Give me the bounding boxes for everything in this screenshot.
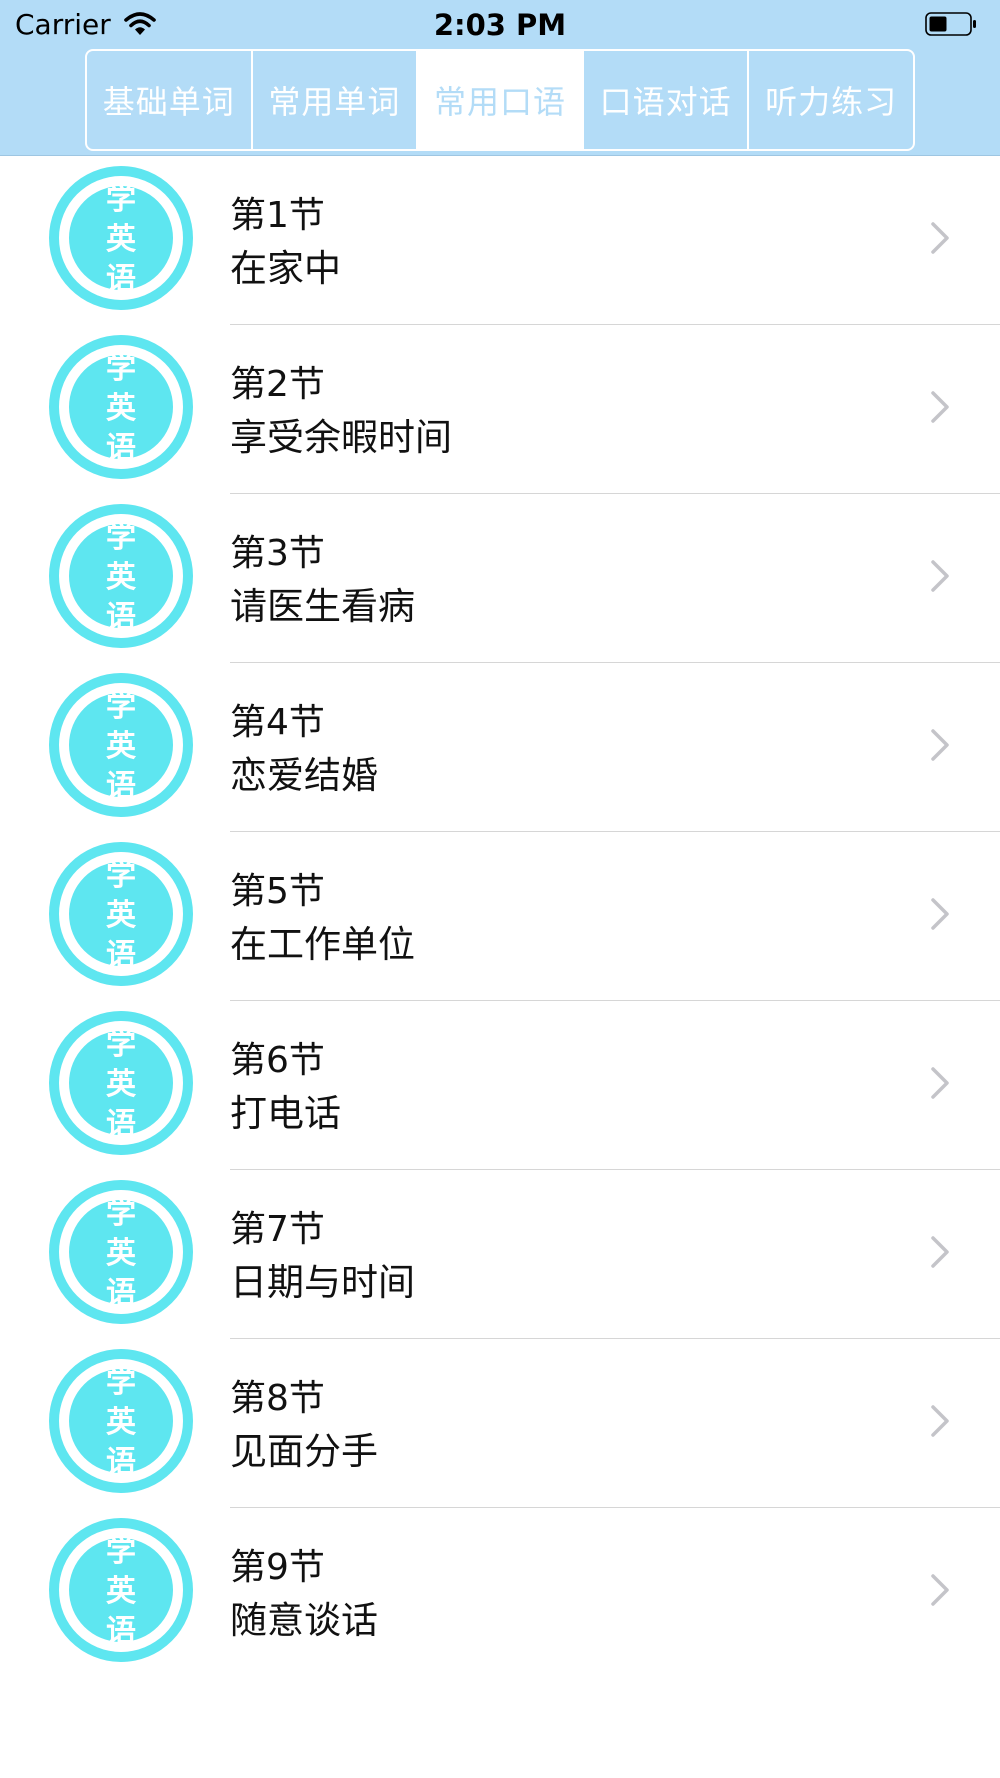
lesson-row[interactable]: 学英语第3节 请医生看病 <box>0 494 1000 663</box>
lesson-number: 第6节 <box>230 1040 325 1081</box>
tab-4[interactable]: 口语对话 <box>584 51 750 149</box>
tab-5[interactable]: 听力练习 <box>749 51 913 149</box>
badge-char: 语 <box>106 431 136 466</box>
lesson-number: 第2节 <box>230 364 325 405</box>
badge-char: 英 <box>106 898 137 933</box>
segmented-control: 基础单词 常用单词 常用口语 口语对话 听力练习 <box>85 49 915 151</box>
lesson-title: 在家中 <box>230 247 341 290</box>
lesson-number: 第3节 <box>230 533 325 574</box>
badge-char: 英 <box>106 1405 137 1440</box>
badge-char: 语 <box>106 1276 136 1311</box>
lesson-badge-icon: 学英语 <box>49 1349 193 1493</box>
battery-icon <box>925 12 976 36</box>
lesson-row[interactable]: 学英语第2节 享受余暇时间 <box>0 325 1000 494</box>
lesson-row[interactable]: 学英语第6节 打电话 <box>0 1001 1000 1170</box>
badge-char: 语 <box>106 262 136 297</box>
lesson-title: 日期与时间 <box>230 1261 415 1304</box>
lesson-number: 第7节 <box>230 1209 325 1250</box>
chevron-right-icon <box>931 1574 949 1606</box>
lesson-title: 恋爱结婚 <box>230 754 378 797</box>
tab-1[interactable]: 基础单词 <box>87 51 253 149</box>
lesson-row[interactable]: 学英语第7节 日期与时间 <box>0 1170 1000 1339</box>
badge-char: 学 <box>106 1365 136 1400</box>
badge-char: 英 <box>106 1067 137 1102</box>
chevron-right-icon <box>931 560 949 592</box>
lesson-row[interactable]: 学英语第4节 恋爱结婚 <box>0 663 1000 832</box>
lesson-number: 第5节 <box>230 871 325 912</box>
badge-char: 语 <box>106 769 136 804</box>
header: Carrier 2:03 PM 基础单词 常用单词 常用口语 口语对话 听力练习 <box>0 0 1000 156</box>
lesson-row[interactable]: 学英语第9节 随意谈话 <box>0 1508 1000 1677</box>
lesson-title: 打电话 <box>230 1092 341 1135</box>
badge-char: 英 <box>106 729 137 764</box>
badge-char: 语 <box>106 1445 136 1480</box>
clock-time: 2:03 PM <box>433 8 567 42</box>
lesson-row[interactable]: 学英语第1节 在家中 <box>0 156 1000 325</box>
status-bar: Carrier 2:03 PM <box>0 0 1000 50</box>
chevron-right-icon <box>931 222 949 254</box>
lesson-number: 第8节 <box>230 1378 325 1419</box>
badge-char: 英 <box>106 222 137 257</box>
badge-char: 学 <box>106 520 136 555</box>
badge-char: 英 <box>106 391 137 426</box>
badge-char: 英 <box>106 1574 137 1609</box>
badge-char: 学 <box>106 858 136 893</box>
lesson-row[interactable]: 学英语第5节 在工作单位 <box>0 832 1000 1001</box>
lesson-number: 第4节 <box>230 702 325 743</box>
badge-char: 学 <box>106 1196 136 1231</box>
badge-char: 学 <box>106 1027 136 1062</box>
chevron-right-icon <box>931 898 949 930</box>
badge-char: 学 <box>106 1534 136 1569</box>
badge-char: 学 <box>106 182 136 217</box>
lesson-badge-icon: 学英语 <box>49 1180 193 1324</box>
badge-char: 语 <box>106 1107 136 1142</box>
lesson-list: 学英语第1节 在家中学英语第2节 享受余暇时间学英语第3节 请医生看病学英语第4节 恋爱… <box>0 156 1000 1677</box>
tab-2[interactable]: 常用单词 <box>253 51 419 149</box>
lesson-title: 享受余暇时间 <box>230 416 452 459</box>
badge-char: 语 <box>106 600 136 635</box>
chevron-right-icon <box>931 729 949 761</box>
chevron-right-icon <box>931 1067 949 1099</box>
badge-char: 英 <box>106 1236 137 1271</box>
lesson-badge-icon: 学英语 <box>49 1011 193 1155</box>
lesson-number: 第9节 <box>230 1547 325 1588</box>
badge-char: 英 <box>106 560 137 595</box>
lesson-title: 随意谈话 <box>230 1599 378 1642</box>
chevron-right-icon <box>931 1236 949 1268</box>
badge-char: 语 <box>106 938 136 973</box>
lesson-number: 第1节 <box>230 195 325 236</box>
lesson-title: 在工作单位 <box>230 923 415 966</box>
lesson-badge-icon: 学英语 <box>49 335 193 479</box>
badge-char: 语 <box>106 1614 136 1649</box>
lesson-row[interactable]: 学英语第8节 见面分手 <box>0 1339 1000 1508</box>
lesson-badge-icon: 学英语 <box>49 673 193 817</box>
lesson-badge-icon: 学英语 <box>49 504 193 648</box>
lesson-title: 请医生看病 <box>230 585 415 628</box>
tab-3[interactable]: 常用口语 <box>418 51 584 149</box>
badge-char: 学 <box>106 689 136 724</box>
chevron-right-icon <box>931 1405 949 1437</box>
lesson-badge-icon: 学英语 <box>49 1518 193 1662</box>
lesson-badge-icon: 学英语 <box>49 166 193 310</box>
badge-char: 学 <box>106 351 136 386</box>
lesson-badge-icon: 学英语 <box>49 842 193 986</box>
lesson-title: 见面分手 <box>230 1430 378 1473</box>
chevron-right-icon <box>931 391 949 423</box>
